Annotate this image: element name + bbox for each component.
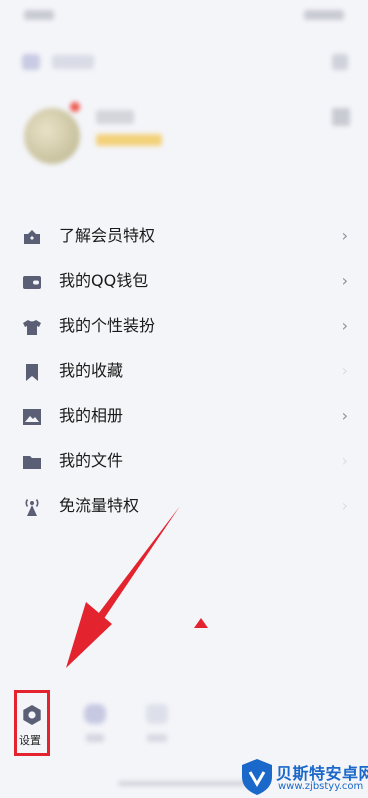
menu-item-wallet[interactable]: 我的QQ钱包 ›: [0, 259, 368, 304]
shirt-icon: [23, 320, 41, 335]
night-mode-icon[interactable]: [84, 704, 106, 724]
home-indicator[interactable]: [118, 781, 248, 786]
settings-button[interactable]: 设置: [17, 700, 49, 750]
chevron-right-icon: ›: [341, 271, 348, 290]
nickname: [96, 110, 134, 124]
menu-item-files[interactable]: 我的文件 ›: [0, 439, 368, 484]
menu-item-album[interactable]: 我的相册 ›: [0, 394, 368, 439]
status-time: [24, 10, 54, 20]
drawer-top-bar: [0, 44, 368, 80]
chevron-right-icon: ›: [341, 316, 348, 335]
status-icons: [304, 10, 344, 20]
folder-icon: [23, 456, 41, 469]
chevron-right-icon: ›: [341, 226, 348, 245]
account-icon[interactable]: [22, 54, 40, 70]
annotation-mark: [194, 618, 208, 628]
menu-item-label: 我的个性装扮: [59, 316, 156, 335]
photo-icon: [23, 409, 41, 425]
menu-item-label: 我的文件: [59, 451, 124, 470]
drawer-menu: 了解会员特权 › 我的QQ钱包 › 我的个性装扮 › 我的收藏 › 我的相册 ›: [0, 214, 368, 529]
profile-card[interactable]: [0, 96, 368, 176]
bookmark-icon: [26, 364, 38, 381]
night-mode-label: [86, 734, 104, 742]
menu-item-label: 免流量特权: [59, 496, 140, 515]
menu-item-label: 了解会员特权: [59, 226, 156, 245]
settings-label: 设置: [19, 734, 41, 747]
watermark: 贝斯特安卓网 www.zjbstyy.com: [240, 756, 368, 798]
account-switch-label[interactable]: [52, 55, 94, 69]
chevron-right-icon: ›: [341, 496, 348, 515]
signal-tower-icon: [25, 499, 39, 516]
watermark-logo-icon: [242, 759, 272, 795]
chevron-right-icon: ›: [341, 451, 348, 470]
menu-item-label: 我的QQ钱包: [59, 271, 149, 290]
status-bar: [0, 0, 368, 36]
notification-dot: [70, 102, 80, 112]
scan-icon[interactable]: [332, 54, 348, 70]
chevron-right-icon: ›: [341, 406, 348, 425]
avatar[interactable]: [24, 108, 80, 164]
menu-item-label: 我的收藏: [59, 361, 124, 380]
menu-item-theme[interactable]: 我的个性装扮 ›: [0, 304, 368, 349]
menu-item-label: 我的相册: [59, 406, 124, 425]
menu-item-favorites[interactable]: 我的收藏 ›: [0, 349, 368, 394]
menu-item-vip[interactable]: 了解会员特权 ›: [0, 214, 368, 259]
qr-code-icon[interactable]: [332, 108, 350, 126]
level-badge: [96, 134, 162, 146]
chevron-right-icon: ›: [341, 361, 348, 380]
wallet-icon: [23, 276, 41, 289]
crown-icon: [24, 230, 40, 244]
settings-gear-icon: [23, 705, 41, 725]
weather-icon[interactable]: [146, 704, 168, 724]
weather-label: [147, 734, 167, 742]
watermark-url: www.zjbstyy.com: [278, 781, 364, 792]
menu-item-free-data[interactable]: 免流量特权 ›: [0, 484, 368, 529]
